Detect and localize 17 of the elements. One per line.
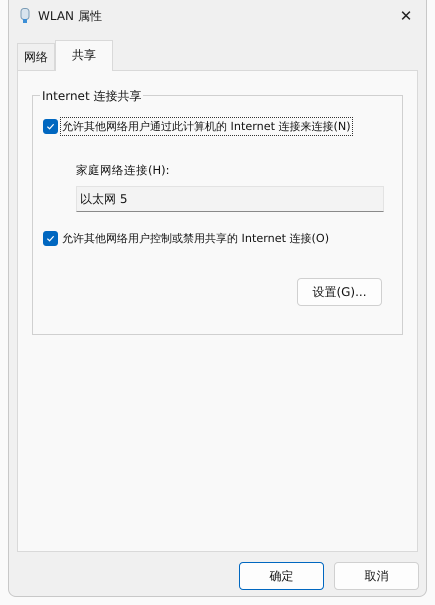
input-field[interactable]: 以太网 5 [76,186,384,212]
checkbox-label: 允许其他网络用户控制或禁用共享的 Internet 连接(O) [61,231,330,247]
checkbox[interactable] [43,119,58,134]
checkmark-icon [46,234,55,243]
checkbox[interactable] [43,231,58,246]
field-label: 家庭网络连接(H): [76,163,170,178]
close-button[interactable]: ✕ [386,1,426,31]
checkmark-icon [46,122,55,131]
checkbox-label: 允许其他网络用户通过此计算机的 Internet 连接来连接(N) [61,118,352,135]
group-title: Internet 连接共享 [40,88,144,105]
dialog-button[interactable]: 取消 [334,562,419,590]
settings-button[interactable]: 设置(G)... [297,278,382,306]
network-adapter-icon [20,8,30,24]
tab[interactable]: 网络 [17,43,55,70]
window-title: WLAN 属性 [38,8,103,24]
dialog-button[interactable]: 确定 [239,562,324,590]
tab[interactable]: 共享 [55,40,113,71]
